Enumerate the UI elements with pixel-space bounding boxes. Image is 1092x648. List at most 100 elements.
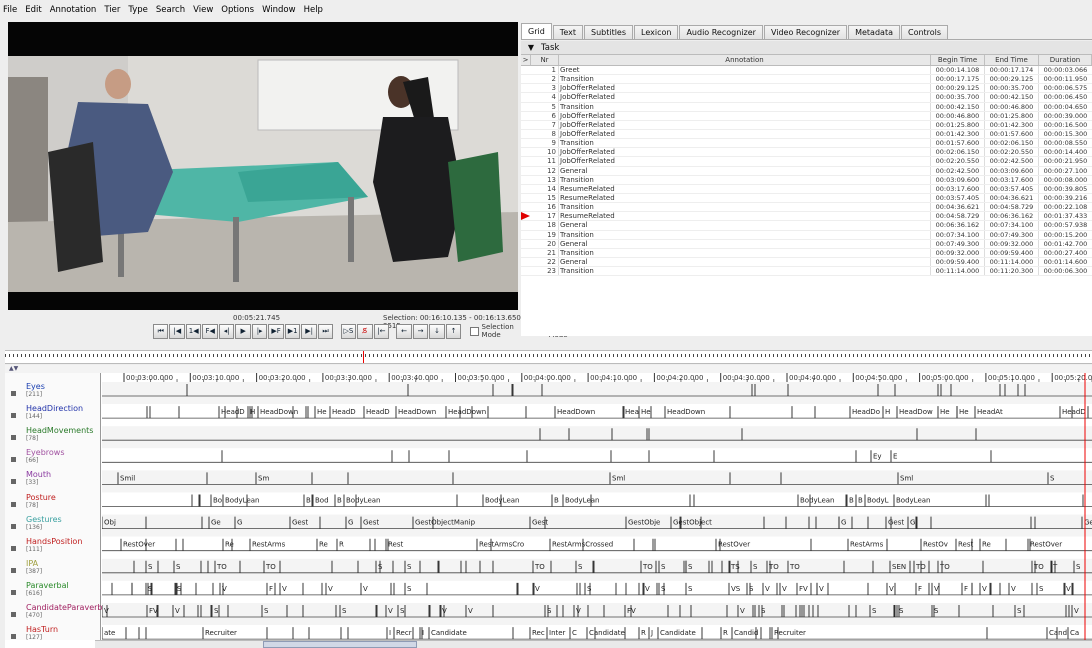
tab-metadata[interactable]: Metadata bbox=[848, 25, 900, 39]
previous-second-button[interactable]: 1◀ bbox=[185, 323, 202, 339]
table-row[interactable]: 13 Transition 00:03:09.600 00:03:17.600 00:0… bbox=[521, 175, 1092, 185]
next-annotation-button[interactable]: → bbox=[412, 323, 429, 339]
annotation-value[interactable]: Transition bbox=[559, 139, 931, 148]
next-pixel-button[interactable]: |▸ bbox=[251, 323, 268, 339]
tab-video-recognizer[interactable]: Video Recognizer bbox=[763, 25, 848, 39]
grid-column-header[interactable]: End Time bbox=[985, 55, 1039, 65]
tab-subtitles[interactable]: Subtitles bbox=[583, 25, 634, 39]
tier-label[interactable]: CandidateParaverba [470] bbox=[5, 603, 107, 625]
tier-label[interactable]: HandsPosition [111] bbox=[5, 537, 101, 559]
annotation-value[interactable]: General bbox=[559, 239, 931, 248]
play-selection-button[interactable]: ▷S bbox=[340, 323, 357, 339]
table-row[interactable]: 15 ResumeRelated 00:03:57.405 00:04:36.621 0… bbox=[521, 193, 1092, 204]
grid-column-header[interactable]: > bbox=[521, 55, 531, 65]
annotation-value[interactable]: Transition bbox=[559, 203, 931, 212]
play-button[interactable]: ▶ bbox=[235, 323, 251, 339]
annotation-value[interactable]: JobOfferRelated bbox=[559, 157, 931, 166]
table-row[interactable]: 23 Transition 00:11:14.000 00:11:20.300 00:0… bbox=[521, 267, 1092, 277]
table-row[interactable]: 8 JobOfferRelated 00:01:42.300 00:01:57.600… bbox=[521, 129, 1092, 140]
previous-frame-button[interactable]: F◀ bbox=[202, 323, 218, 339]
tier-label[interactable]: Eyes [211] bbox=[5, 382, 101, 404]
timeline-collapse-control[interactable]: ▲▼ bbox=[5, 365, 1092, 373]
menu-item-view[interactable]: View bbox=[193, 5, 213, 15]
annotation-value[interactable]: General bbox=[559, 221, 931, 230]
next-frame-button[interactable]: ▶F bbox=[268, 323, 284, 339]
menu-item-help[interactable]: Help bbox=[304, 5, 323, 15]
table-row[interactable]: 2 Transition 00:00:17.175 00:00:29.125 00:00… bbox=[521, 75, 1092, 85]
timeline-horizontal-scrollbar[interactable] bbox=[95, 640, 1092, 648]
table-row[interactable]: 6 JobOfferRelated 00:00:46.800 00:01:25.800… bbox=[521, 111, 1092, 121]
grid-column-header[interactable]: Duration bbox=[1039, 55, 1092, 65]
tier-tracks[interactable]: 00:03:00.000 00:03:10.000 00:03:20.000 00:0… bbox=[102, 373, 1092, 640]
annotation-value[interactable]: JobOfferRelated bbox=[559, 84, 931, 93]
table-row[interactable]: 7 JobOfferRelated 00:01:25.800 00:01:42.300… bbox=[521, 120, 1092, 130]
annotation-value[interactable]: Transition bbox=[559, 175, 931, 184]
annotation-value[interactable]: Transition bbox=[559, 267, 931, 276]
menu-item-type[interactable]: Type bbox=[128, 5, 148, 15]
tier-label[interactable]: Gestures [136] bbox=[5, 515, 101, 537]
menu-item-edit[interactable]: Edit bbox=[25, 5, 41, 15]
table-row[interactable]: 14 ResumeRelated 00:03:17.600 00:03:57.405 0… bbox=[521, 184, 1092, 194]
video-viewer[interactable] bbox=[8, 22, 518, 310]
tier-label[interactable]: Mouth [33] bbox=[5, 470, 101, 492]
table-row[interactable]: 1 Greet 00:00:14.108 00:00:17.174 00:00:03.0… bbox=[521, 66, 1092, 76]
table-row[interactable]: 19 Transition 00:07:34.100 00:07:49.300 00:0… bbox=[521, 230, 1092, 240]
grid-column-header[interactable]: Begin Time bbox=[931, 55, 985, 65]
tier-label[interactable]: Posture [78] bbox=[5, 493, 101, 515]
next-second-button[interactable]: ▶1 bbox=[284, 323, 301, 339]
timeline-scroll-thumb[interactable] bbox=[263, 641, 417, 648]
annotation-value[interactable]: JobOfferRelated bbox=[559, 148, 931, 157]
tier-label[interactable]: IPA [387] bbox=[5, 559, 101, 581]
grid-column-header[interactable]: Annotation bbox=[559, 55, 931, 65]
annotation-value[interactable]: Transition bbox=[559, 230, 931, 239]
annotation-value[interactable]: Transition bbox=[559, 248, 931, 257]
tier-label[interactable]: HeadMovements [78] bbox=[5, 426, 101, 448]
annotation-value[interactable]: General bbox=[559, 257, 931, 267]
menu-item-tier[interactable]: Tier bbox=[104, 5, 120, 15]
tier-label[interactable]: Paraverbal [616] bbox=[5, 581, 101, 603]
tab-text[interactable]: Text bbox=[552, 25, 583, 39]
previous-scrollview-button[interactable]: |◀ bbox=[169, 323, 185, 339]
selection-mode-box[interactable] bbox=[470, 326, 479, 336]
grid-column-header[interactable]: Nr bbox=[531, 55, 559, 65]
table-row[interactable]: 20 General 00:07:49.300 00:09:32.000 00:01:4… bbox=[521, 239, 1092, 249]
annotation-up-button[interactable]: ↑ bbox=[445, 323, 462, 339]
clear-selection-button[interactable]: S̸ bbox=[357, 323, 373, 339]
table-row[interactable]: 16 Transition 00:04:36.621 00:04:58.729 00:0… bbox=[521, 203, 1092, 213]
menu-item-file[interactable]: File bbox=[3, 5, 17, 15]
menu-item-options[interactable]: Options bbox=[221, 5, 254, 15]
menu-item-search[interactable]: Search bbox=[156, 5, 185, 15]
tier-label[interactable]: HeadDirection [144] bbox=[5, 404, 101, 426]
annotation-value[interactable]: ResumeRelated bbox=[559, 184, 931, 193]
table-row[interactable]: 21 Transition 00:09:32.000 00:09:59.400 00:0… bbox=[521, 248, 1092, 258]
annotation-value[interactable]: Transition bbox=[559, 102, 931, 111]
table-row[interactable]: 18 General 00:06:36.162 00:07:34.100 00:00:5… bbox=[521, 221, 1092, 231]
annotation-down-button[interactable]: ↓ bbox=[429, 323, 445, 339]
table-row[interactable]: 5 Transition 00:00:42.150 00:00:46.800 00:00… bbox=[521, 102, 1092, 112]
timeline-overview[interactable] bbox=[5, 350, 1092, 364]
table-row[interactable]: 3 JobOfferRelated 00:00:29.125 00:00:35.700… bbox=[521, 84, 1092, 94]
table-row[interactable]: 10 JobOfferRelated 00:02:06.150 00:02:20.55… bbox=[521, 148, 1092, 158]
annotation-value[interactable]: ResumeRelated bbox=[559, 212, 931, 221]
tab-controls[interactable]: Controls bbox=[900, 25, 949, 39]
menu-item-window[interactable]: Window bbox=[262, 5, 296, 15]
table-row[interactable]: 12 General 00:02:42.500 00:03:09.600 00:00:2… bbox=[521, 166, 1092, 176]
previous-pixel-button[interactable]: ◂| bbox=[218, 323, 235, 339]
tab-grid[interactable]: Grid bbox=[521, 23, 552, 39]
table-row[interactable]: 11 JobOfferRelated 00:02:20.550 00:02:42.50… bbox=[521, 157, 1092, 167]
annotation-value[interactable]: JobOfferRelated bbox=[559, 120, 931, 129]
menu-item-annotation[interactable]: Annotation bbox=[50, 5, 97, 15]
table-row[interactable]: 4 JobOfferRelated 00:00:35.700 00:00:42.150… bbox=[521, 93, 1092, 103]
tier-selector[interactable]: ▼ Task bbox=[521, 41, 1092, 55]
tab-lexicon[interactable]: Lexicon bbox=[634, 25, 679, 39]
annotation-value[interactable]: General bbox=[559, 166, 931, 175]
table-row[interactable]: 22 General 00:09:59.400 00:11:14.000 00:01:1… bbox=[521, 257, 1092, 268]
annotation-value[interactable]: JobOfferRelated bbox=[559, 111, 931, 120]
table-row[interactable]: 9 Transition 00:01:57.600 00:02:06.150 00:00… bbox=[521, 139, 1092, 149]
tier-label[interactable]: HasTurn [127] bbox=[5, 625, 101, 647]
annotation-value[interactable]: JobOfferRelated bbox=[559, 129, 931, 139]
previous-annotation-button[interactable]: ← bbox=[396, 323, 412, 339]
go-to-end-button[interactable]: ⏭ bbox=[317, 323, 334, 339]
annotation-value[interactable]: Transition bbox=[559, 75, 931, 84]
chevron-down-icon[interactable]: ▼ bbox=[521, 43, 541, 52]
